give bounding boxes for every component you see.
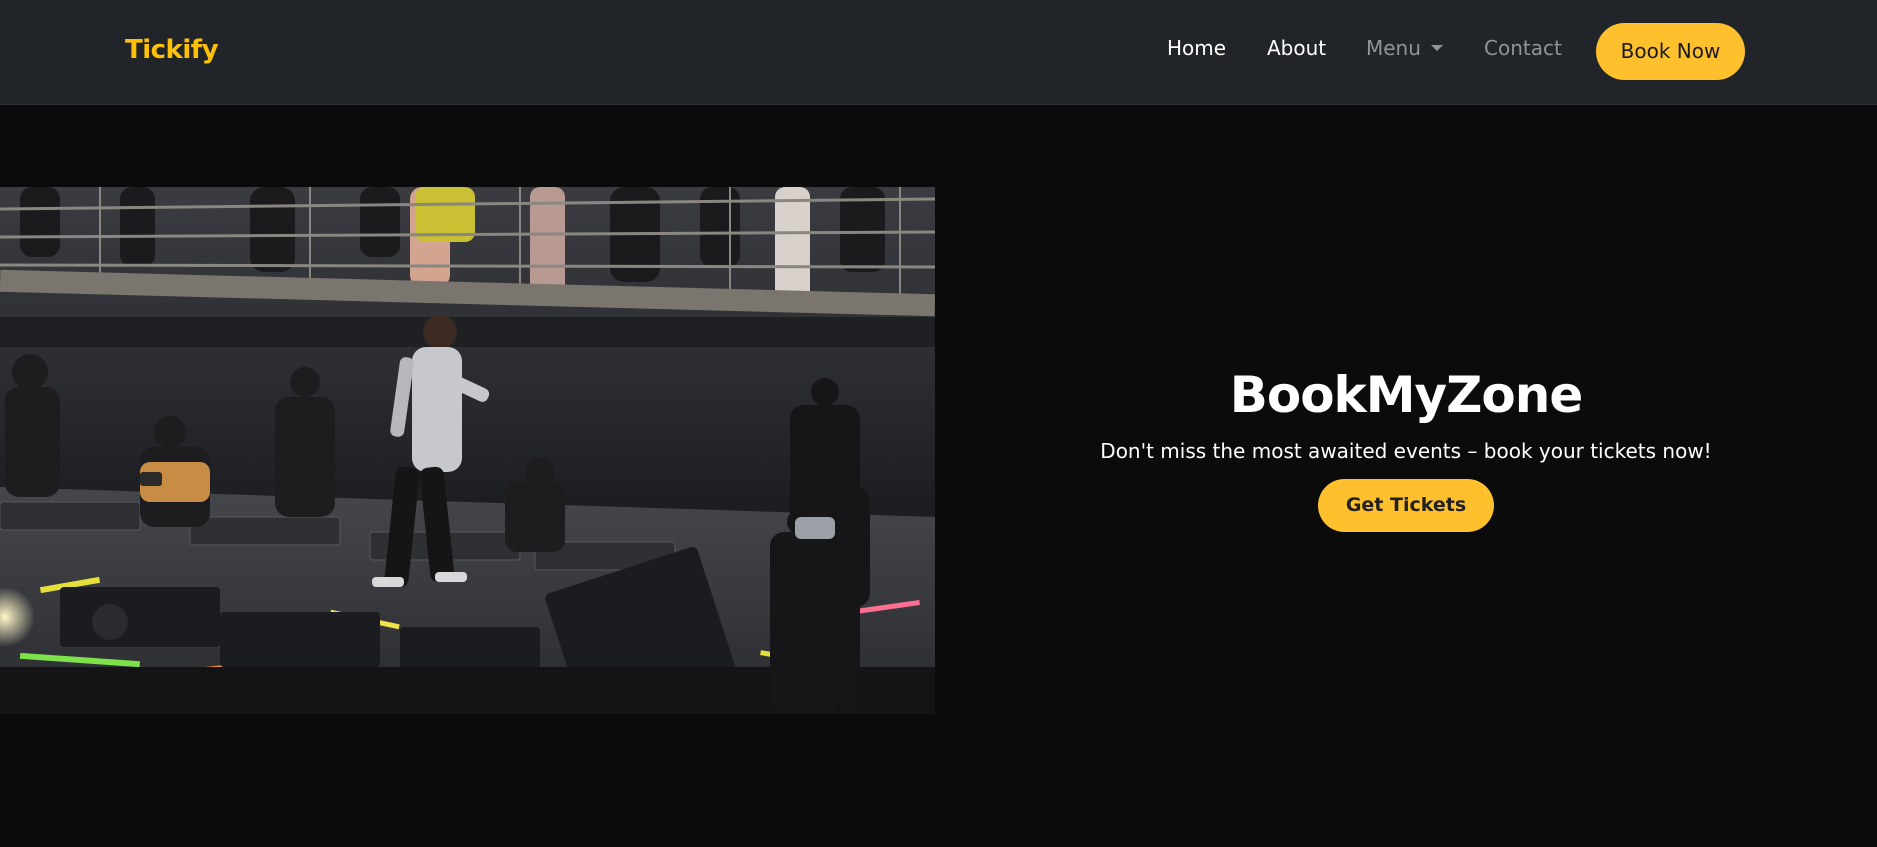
caret-down-icon	[1430, 45, 1443, 51]
hero-image	[0, 187, 935, 714]
navbar: Tickify Home About Menu Contact Book Now	[0, 0, 1877, 105]
nav-link-about[interactable]: About	[1267, 36, 1326, 60]
hero-subtitle: Don't miss the most awaited events – boo…	[1100, 439, 1712, 463]
concert-photo	[0, 187, 935, 714]
nav-link-contact[interactable]: Contact	[1484, 36, 1562, 60]
nav-link-home[interactable]: Home	[1167, 36, 1226, 60]
hero-title: BookMyZone	[1229, 366, 1584, 424]
nav-dropdown-menu[interactable]: Menu	[1366, 36, 1443, 60]
hero-content: BookMyZone Don't miss the most awaited e…	[935, 360, 1877, 532]
book-now-button[interactable]: Book Now	[1596, 23, 1745, 80]
nav-link-menu-label: Menu	[1366, 36, 1421, 60]
brand-logo[interactable]: Tickify	[125, 35, 219, 65]
get-tickets-button[interactable]: Get Tickets	[1318, 479, 1494, 532]
